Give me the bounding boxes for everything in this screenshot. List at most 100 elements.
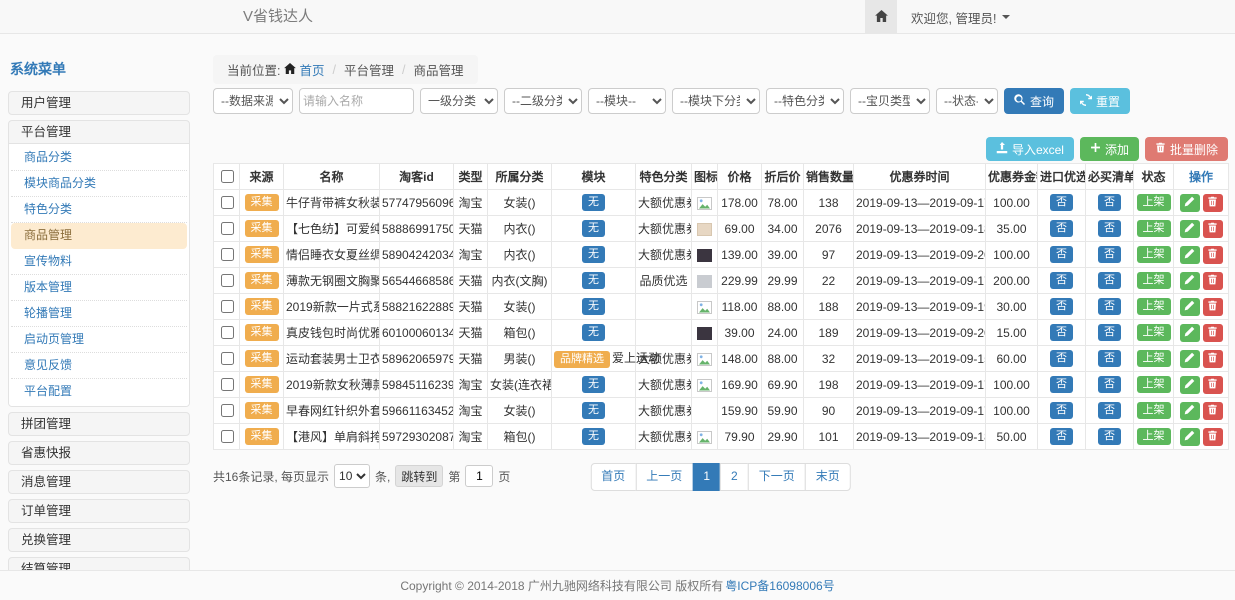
must-buy-toggle-badge[interactable]: 否 [1098,402,1121,419]
sidebar-section-orders[interactable]: 订单管理 [9,500,189,522]
cell-select[interactable] [214,320,240,346]
cell-status[interactable]: 上架 [1134,216,1174,242]
edit-button[interactable] [1180,246,1200,264]
module-badge[interactable]: 无 [582,220,605,237]
imported-toggle-badge[interactable]: 否 [1050,324,1073,341]
cell-select[interactable] [214,242,240,268]
item-type-select[interactable]: --宝贝类型-- [850,88,930,114]
cell-select[interactable] [214,346,240,372]
module-sub-category-select[interactable]: --模块下分类-- [672,88,760,114]
imported-toggle-badge[interactable]: 否 [1050,220,1073,237]
imported-toggle-badge[interactable]: 否 [1050,298,1073,315]
edit-button[interactable] [1180,324,1200,342]
cell-select[interactable] [214,190,240,216]
cell-ops[interactable] [1174,372,1229,398]
sidebar-item-feedback[interactable]: 意见反馈 [11,353,187,379]
sidebar-item-carousel[interactable]: 轮播管理 [11,301,187,327]
delete-button[interactable] [1203,298,1223,316]
delete-button[interactable] [1203,246,1223,264]
status-badge[interactable]: 上架 [1137,194,1171,211]
module-badge[interactable]: 无 [582,272,605,289]
col-header-select[interactable] [214,164,240,190]
must-buy-toggle-badge[interactable]: 否 [1098,272,1121,289]
cell-status[interactable]: 上架 [1134,424,1174,450]
row-checkbox[interactable] [221,378,234,391]
row-checkbox[interactable] [221,300,234,313]
edit-button[interactable] [1180,272,1200,290]
cell-select[interactable] [214,268,240,294]
cell-imported[interactable]: 否 [1038,294,1086,320]
search-button[interactable]: 查询 [1004,88,1064,114]
row-checkbox[interactable] [221,430,234,443]
cell-select[interactable] [214,294,240,320]
must-buy-toggle-badge[interactable]: 否 [1098,298,1121,315]
edit-button[interactable] [1180,220,1200,238]
row-checkbox[interactable] [221,352,234,365]
cell-select[interactable] [214,398,240,424]
batch-delete-button[interactable]: 批量删除 [1145,137,1228,161]
must-buy-toggle-badge[interactable]: 否 [1098,220,1121,237]
sidebar-item-goods-category[interactable]: 商品分类 [11,145,187,171]
cell-must-buy[interactable]: 否 [1086,294,1134,320]
cell-must-buy[interactable]: 否 [1086,216,1134,242]
level2-category-select[interactable]: --二级分类-- [504,88,582,114]
status-badge[interactable]: 上架 [1137,350,1171,367]
must-buy-toggle-badge[interactable]: 否 [1098,324,1121,341]
must-buy-toggle-badge[interactable]: 否 [1098,376,1121,393]
sidebar-item-splash-page[interactable]: 启动页管理 [11,327,187,353]
cell-status[interactable]: 上架 [1134,242,1174,268]
page-size-select[interactable]: 10 [334,464,370,488]
status-badge[interactable]: 上架 [1137,402,1171,419]
add-button[interactable]: 添加 [1080,137,1139,161]
select-all-checkbox[interactable] [221,170,234,183]
module-select[interactable]: --模块-- [588,88,666,114]
must-buy-toggle-badge[interactable]: 否 [1098,350,1121,367]
name-input[interactable] [299,88,414,114]
cell-ops[interactable] [1174,216,1229,242]
imported-toggle-badge[interactable]: 否 [1050,350,1073,367]
delete-button[interactable] [1203,324,1223,342]
delete-button[interactable] [1203,376,1223,394]
row-checkbox[interactable] [221,222,234,235]
sidebar-item-promo-materials[interactable]: 宣传物料 [11,249,187,275]
module-badge[interactable]: 无 [582,194,605,211]
reset-button[interactable]: 重置 [1070,88,1130,114]
module-badge[interactable]: 无 [582,376,605,393]
must-buy-toggle-badge[interactable]: 否 [1098,428,1121,445]
cell-imported[interactable]: 否 [1038,216,1086,242]
cell-must-buy[interactable]: 否 [1086,424,1134,450]
delete-button[interactable] [1203,220,1223,238]
status-badge[interactable]: 上架 [1137,246,1171,263]
row-checkbox[interactable] [221,326,234,339]
pager-prev[interactable]: 上一页 [635,463,693,491]
pager-first[interactable]: 首页 [590,463,636,491]
sidebar-item-platform-config[interactable]: 平台配置 [11,379,187,405]
module-badge[interactable]: 无 [582,428,605,445]
cell-ops[interactable] [1174,320,1229,346]
cell-imported[interactable]: 否 [1038,424,1086,450]
cell-ops[interactable] [1174,346,1229,372]
status-badge[interactable]: 上架 [1137,324,1171,341]
sidebar-item-feature-category[interactable]: 特色分类 [11,197,187,223]
sidebar-section-messages[interactable]: 消息管理 [9,471,189,493]
cell-status[interactable]: 上架 [1134,398,1174,424]
edit-button[interactable] [1180,376,1200,394]
page-number-input[interactable] [465,465,493,487]
cell-must-buy[interactable]: 否 [1086,372,1134,398]
cell-imported[interactable]: 否 [1038,320,1086,346]
status-badge[interactable]: 上架 [1137,428,1171,445]
imported-toggle-badge[interactable]: 否 [1050,194,1073,211]
delete-button[interactable] [1203,402,1223,420]
cell-ops[interactable] [1174,294,1229,320]
cell-imported[interactable]: 否 [1038,398,1086,424]
cell-must-buy[interactable]: 否 [1086,242,1134,268]
sidebar-section-users[interactable]: 用户管理 [9,92,189,114]
imported-toggle-badge[interactable]: 否 [1050,402,1073,419]
delete-button[interactable] [1203,272,1223,290]
imported-toggle-badge[interactable]: 否 [1050,376,1073,393]
edit-button[interactable] [1180,194,1200,212]
row-checkbox[interactable] [221,274,234,287]
cell-imported[interactable]: 否 [1038,372,1086,398]
status-badge[interactable]: 上架 [1137,376,1171,393]
module-badge[interactable]: 无 [582,298,605,315]
